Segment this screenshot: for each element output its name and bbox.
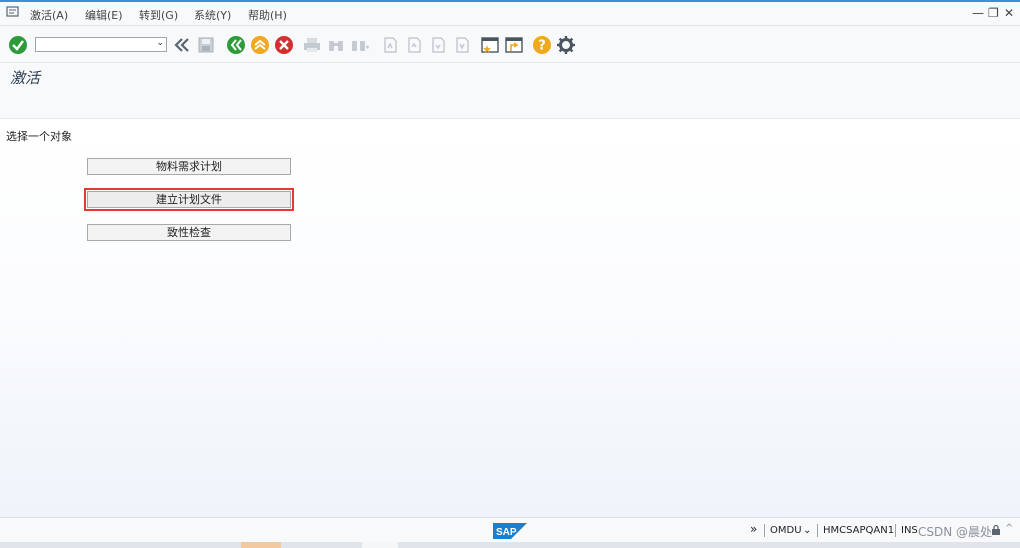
menu-activate[interactable]: 激活(A) — [30, 7, 68, 23]
watermark: CSDN @晨处 — [918, 525, 993, 539]
minimize-icon[interactable]: — — [972, 6, 984, 20]
status-bar: SAP » OMDU ⌄ HMCSAPQAN1 INS CSDN @晨处 ^ — [0, 517, 1020, 543]
create-session-icon[interactable] — [480, 35, 500, 55]
taskbar-strip — [0, 542, 1020, 548]
svg-text:?: ? — [538, 39, 546, 54]
last-page-icon[interactable] — [452, 35, 472, 55]
sap-menu-icon[interactable] — [6, 6, 20, 18]
find-next-icon[interactable] — [350, 35, 370, 55]
command-field[interactable]: ⌄ — [35, 37, 167, 52]
status-divider — [817, 524, 818, 537]
consistency-check-button[interactable]: 致性检查 — [87, 224, 291, 241]
back-icon[interactable] — [226, 35, 246, 55]
svg-text:SAP: SAP — [496, 527, 517, 538]
save-icon[interactable] — [196, 35, 216, 55]
double-left-arrows-icon[interactable] — [172, 35, 192, 55]
server-name: HMCSAPQAN1 — [823, 525, 895, 536]
status-divider — [895, 524, 896, 537]
first-page-icon[interactable] — [380, 35, 400, 55]
menu-bar: 激活(A) 编辑(E) 转到(G) 系统(Y) 帮助(H) — ❐ ✕ — [0, 0, 1020, 26]
previous-page-icon[interactable] — [404, 35, 424, 55]
insert-mode: INS — [901, 525, 918, 536]
create-planning-file-button[interactable]: 建立计划文件 — [84, 188, 294, 211]
exit-icon[interactable] — [250, 35, 270, 55]
find-icon[interactable] — [326, 35, 346, 55]
menu-edit[interactable]: 编辑(E) — [85, 7, 123, 23]
menu-goto[interactable]: 转到(G) — [139, 7, 178, 23]
restore-icon[interactable]: ❐ — [988, 6, 999, 20]
cancel-icon[interactable] — [274, 35, 294, 55]
lock-icon — [992, 524, 1000, 535]
chevron-down-icon[interactable]: ⌄ — [156, 38, 164, 48]
status-divider — [764, 524, 765, 537]
chevron-up-icon[interactable]: ^ — [1005, 523, 1013, 534]
menu-system[interactable]: 系统(Y) — [194, 7, 231, 23]
sap-logo: SAP — [493, 523, 527, 539]
print-icon[interactable] — [302, 35, 322, 55]
main-content: 选择一个对象 物料需求计划 建立计划文件 致性检查 — [0, 119, 1020, 517]
page-title: 激活 — [10, 69, 41, 87]
title-bar: 激活 — [0, 63, 1020, 91]
taskbar-segment — [362, 542, 398, 548]
system-id: OMDU — [770, 525, 802, 536]
help-icon[interactable]: ? — [532, 35, 552, 55]
menu-help[interactable]: 帮助(H) — [248, 7, 287, 23]
close-window-icon[interactable]: ✕ — [1004, 6, 1014, 20]
enter-check-icon[interactable] — [8, 35, 28, 55]
expand-status-icon[interactable]: » — [750, 522, 757, 536]
application-toolbar — [0, 90, 1020, 119]
shortcut-icon[interactable] — [504, 35, 524, 55]
settings-gear-icon[interactable] — [556, 35, 576, 55]
prompt-label: 选择一个对象 — [6, 130, 72, 143]
standard-toolbar: ⌄ ? — [0, 26, 1020, 63]
chevron-down-icon[interactable]: ⌄ — [803, 525, 811, 536]
mrp-button[interactable]: 物料需求计划 — [87, 158, 291, 175]
next-page-icon[interactable] — [428, 35, 448, 55]
taskbar-segment — [241, 542, 281, 548]
command-input[interactable] — [36, 38, 152, 51]
